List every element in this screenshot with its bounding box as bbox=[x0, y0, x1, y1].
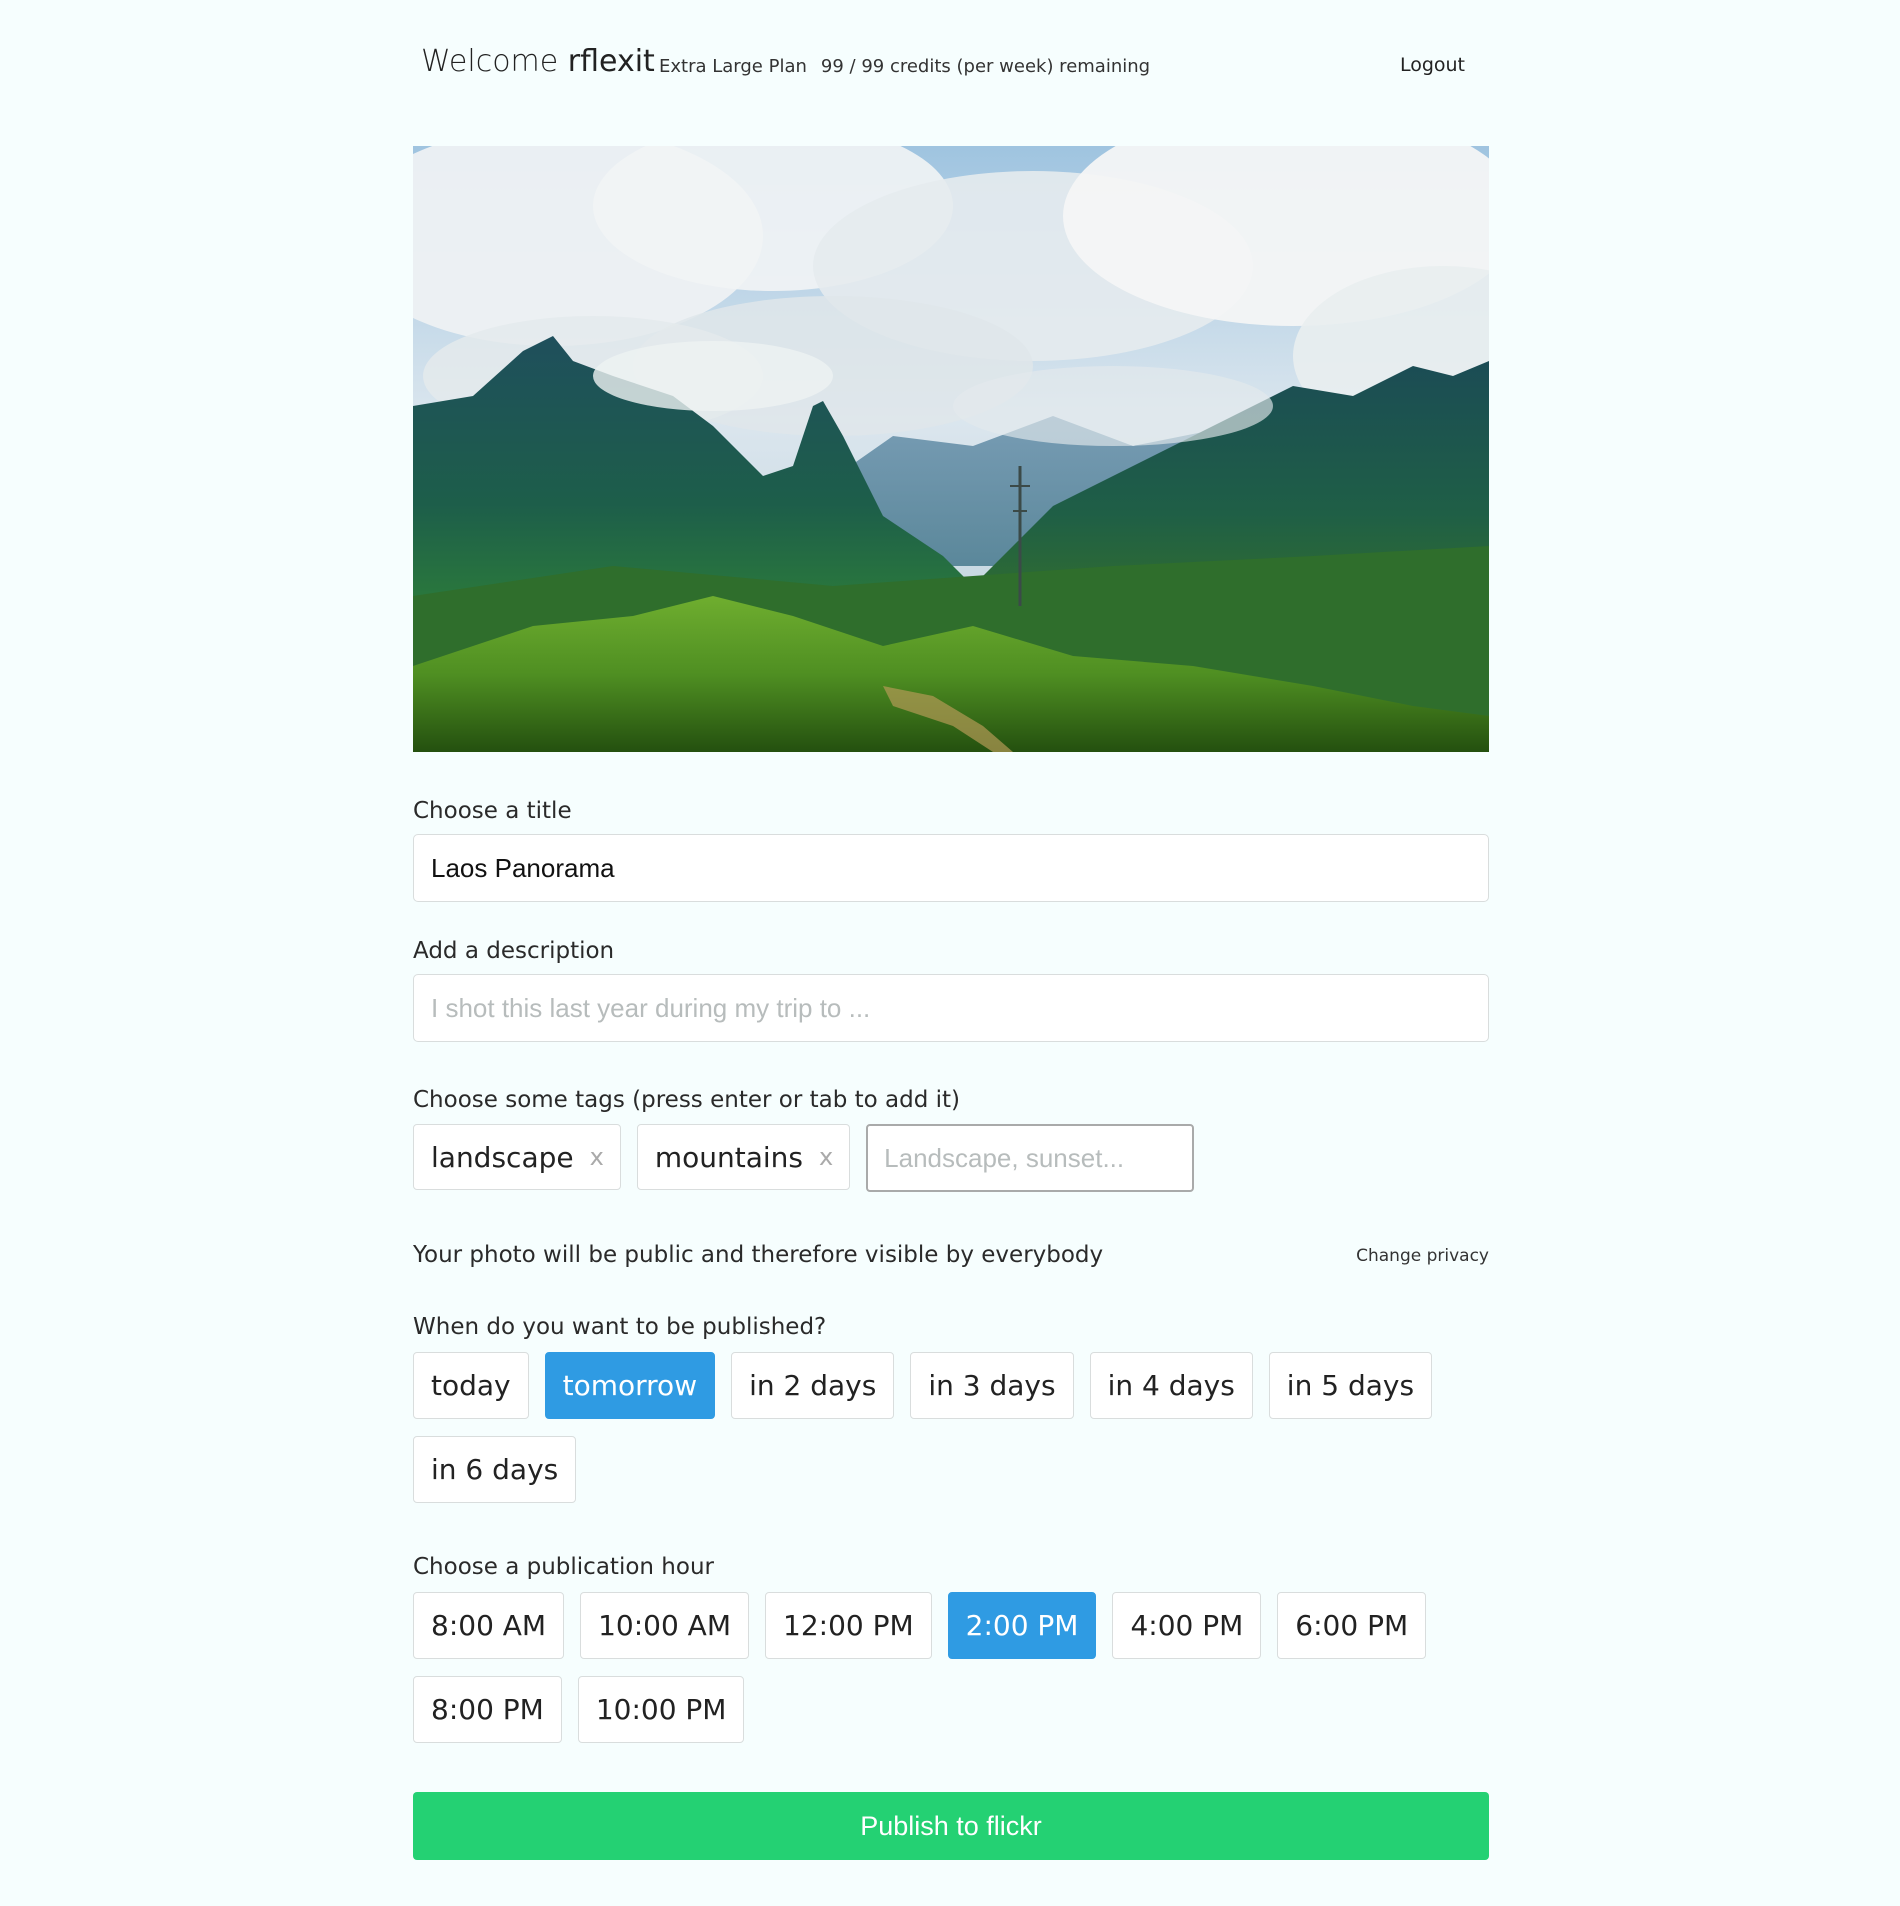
tag-label: mountains bbox=[654, 1140, 803, 1174]
publish-day-label: When do you want to be published? bbox=[413, 1314, 827, 1340]
day-option-in-5-days[interactable]: in 5 days bbox=[1268, 1352, 1433, 1419]
tag-chip: mountains x bbox=[636, 1124, 851, 1190]
welcome-message: Welcome rflexit bbox=[421, 44, 655, 79]
tag-input[interactable] bbox=[866, 1124, 1195, 1192]
username: rflexit bbox=[567, 44, 655, 79]
hour-option-2pm[interactable]: 2:00 PM bbox=[947, 1592, 1097, 1659]
logout-link[interactable]: Logout bbox=[1400, 54, 1465, 76]
credits-remaining: 99 / 99 credits (per week) remaining bbox=[820, 56, 1151, 77]
publish-button[interactable]: Publish to flickr bbox=[413, 1792, 1489, 1860]
hour-option-6pm[interactable]: 6:00 PM bbox=[1277, 1592, 1427, 1659]
day-option-in-3-days[interactable]: in 3 days bbox=[910, 1352, 1074, 1419]
hour-option-8am[interactable]: 8:00 AM bbox=[413, 1592, 565, 1659]
welcome-prefix: Welcome bbox=[421, 44, 559, 79]
upload-page: Welcome rflexit Extra Large Plan 99 / 99 … bbox=[413, 0, 1489, 1860]
hour-option-10am[interactable]: 10:00 AM bbox=[580, 1592, 749, 1659]
photo-preview bbox=[413, 146, 1489, 752]
hour-option-4pm[interactable]: 4:00 PM bbox=[1112, 1592, 1262, 1659]
publish-day-options: today tomorrow in 2 days in 3 days in 4 … bbox=[413, 1352, 1489, 1503]
day-option-tomorrow[interactable]: tomorrow bbox=[544, 1352, 716, 1419]
tag-label: landscape bbox=[431, 1140, 574, 1174]
description-input[interactable] bbox=[413, 974, 1489, 1042]
title-input[interactable] bbox=[413, 834, 1489, 902]
day-option-in-2-days[interactable]: in 2 days bbox=[731, 1352, 895, 1419]
hour-option-12pm[interactable]: 12:00 PM bbox=[765, 1592, 932, 1659]
day-option-in-4-days[interactable]: in 4 days bbox=[1089, 1352, 1253, 1419]
plan-info: Extra Large Plan 99 / 99 credits (per wee… bbox=[659, 56, 1150, 77]
description-label: Add a description bbox=[413, 938, 615, 964]
plan-name: Extra Large Plan bbox=[659, 56, 807, 77]
title-label: Choose a title bbox=[413, 798, 572, 824]
hour-option-10pm[interactable]: 10:00 PM bbox=[577, 1676, 745, 1743]
day-option-in-6-days[interactable]: in 6 days bbox=[413, 1436, 577, 1503]
remove-tag-icon[interactable]: x bbox=[590, 1143, 604, 1171]
tags-label: Choose some tags (press enter or tab to … bbox=[413, 1087, 961, 1113]
privacy-notice: Your photo will be public and therefore … bbox=[413, 1242, 1104, 1268]
publish-hour-options: 8:00 AM 10:00 AM 12:00 PM 2:00 PM 4:00 P… bbox=[413, 1592, 1489, 1743]
tags-row: landscape x mountains x bbox=[413, 1124, 1195, 1192]
day-option-today[interactable]: today bbox=[413, 1352, 529, 1419]
change-privacy-link[interactable]: Change privacy bbox=[1356, 1246, 1489, 1266]
hour-option-8pm[interactable]: 8:00 PM bbox=[413, 1676, 562, 1743]
publish-hour-label: Choose a publication hour bbox=[413, 1554, 714, 1580]
landscape-photo-image bbox=[413, 146, 1489, 752]
tag-chip: landscape x bbox=[413, 1124, 621, 1190]
remove-tag-icon[interactable]: x bbox=[819, 1143, 833, 1171]
header: Welcome rflexit Extra Large Plan 99 / 99 … bbox=[413, 0, 1489, 140]
